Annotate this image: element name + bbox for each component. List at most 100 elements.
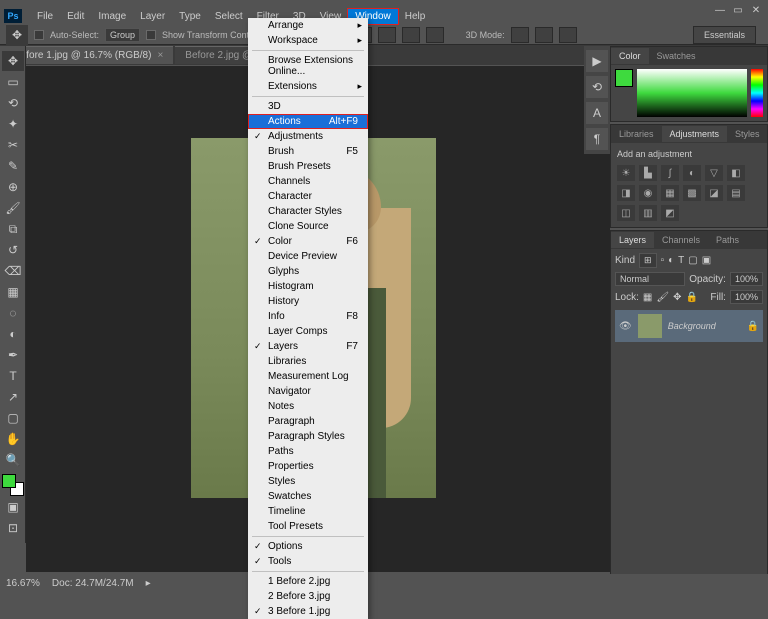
auto-select-dropdown[interactable]: Group [105,28,140,42]
document-tab[interactable]: Before 1.jpg @ 16.7% (RGB/8)× [4,46,173,64]
mode3d-icon[interactable] [559,27,577,43]
menu-item-paragraph[interactable]: Paragraph [248,414,368,429]
menu-item-device-preview[interactable]: Device Preview [248,249,368,264]
gradient-map-icon[interactable]: ▥ [639,205,657,221]
close-tab-icon[interactable]: × [157,50,163,61]
tab-color[interactable]: Color [611,48,649,64]
menu-item-notes[interactable]: Notes [248,399,368,414]
para-icon[interactable]: ¶ [586,128,608,150]
char-icon[interactable]: A [586,102,608,124]
brightness-icon[interactable]: ☀ [617,165,635,181]
dodge-tool[interactable]: ◐ [2,324,24,344]
menu-item-styles[interactable]: Styles [248,474,368,489]
menu-select[interactable]: Select [208,9,250,24]
status-arrow-icon[interactable]: ▸ [146,578,151,589]
history-panel-icon[interactable]: ▶ [586,50,608,72]
minimize-button[interactable]: — [712,3,728,17]
quick-mask[interactable]: ▣ [2,497,24,517]
fill-value[interactable]: 100% [730,290,763,304]
lasso-tool[interactable]: ⟲ [2,93,24,113]
move-tool-indicator[interactable]: ✥ [6,25,28,45]
align-icon[interactable] [402,27,420,43]
menu-item-character-styles[interactable]: Character Styles [248,204,368,219]
menu-item-navigator[interactable]: Navigator [248,384,368,399]
zoom-level[interactable]: 16.67% [6,578,40,589]
layer-thumbnail[interactable] [638,314,662,338]
stamp-tool[interactable]: ⧉ [2,219,24,239]
type-tool[interactable]: T [2,366,24,386]
menu-item-arrange[interactable]: Arrange [248,18,368,33]
filter-shape-icon[interactable]: ▢ [688,255,697,266]
menu-item-clone-source[interactable]: Clone Source [248,219,368,234]
menu-item-3d[interactable]: 3D [248,99,368,114]
fg-color[interactable] [615,69,633,87]
visibility-icon[interactable]: 👁 [619,321,632,332]
lock-paint-icon[interactable]: 🖌 [656,292,669,303]
opacity-value[interactable]: 100% [730,272,763,286]
gradient-tool[interactable]: ▦ [2,282,24,302]
tab-paths[interactable]: Paths [708,232,747,248]
hue-icon[interactable]: ◧ [727,165,745,181]
hand-tool[interactable]: ✋ [2,429,24,449]
layer-row[interactable]: 👁 Background 🔒 [615,310,763,342]
align-icon[interactable] [378,27,396,43]
tab-styles[interactable]: Styles [727,126,768,142]
eraser-tool[interactable]: ⌫ [2,261,24,281]
wand-tool[interactable]: ✦ [2,114,24,134]
menu-item-info[interactable]: InfoF8 [248,309,368,324]
eyedropper-tool[interactable]: ✎ [2,156,24,176]
auto-select-checkbox[interactable] [34,30,44,40]
kind-filter[interactable]: ⊞ [639,253,657,268]
menu-file[interactable]: File [30,9,60,24]
color-swatches[interactable] [2,474,24,496]
menu-item-workspace[interactable]: Workspace [248,33,368,48]
selective-icon[interactable]: ◩ [661,205,679,221]
close-button[interactable]: ✕ [748,3,764,17]
blend-mode[interactable]: Normal [615,272,685,286]
filter-adjust-icon[interactable]: ◐ [668,255,674,266]
menu-image[interactable]: Image [91,9,133,24]
zoom-tool[interactable]: 🔍 [2,450,24,470]
levels-icon[interactable]: ▙ [639,165,657,181]
menu-item-paragraph-styles[interactable]: Paragraph Styles [248,429,368,444]
tab-channels[interactable]: Channels [654,232,708,248]
menu-item-actions[interactable]: ActionsAlt+F9 [248,114,368,129]
filter-smart-icon[interactable]: ▣ [702,255,711,266]
bw-icon[interactable]: ◨ [617,185,635,201]
menu-item-character[interactable]: Character [248,189,368,204]
tab-swatches[interactable]: Swatches [649,48,704,64]
menu-item-extensions[interactable]: Extensions [248,79,368,94]
menu-item-layer-comps[interactable]: Layer Comps [248,324,368,339]
workspace-switcher[interactable]: Essentials [693,26,756,44]
shape-tool[interactable]: ▢ [2,408,24,428]
menu-item-paths[interactable]: Paths [248,444,368,459]
pen-tool[interactable]: ✒ [2,345,24,365]
hue-slider[interactable] [751,69,763,117]
color-field[interactable] [637,69,747,117]
menu-item-libraries[interactable]: Libraries [248,354,368,369]
threshold-icon[interactable]: ◫ [617,205,635,221]
show-transform-checkbox[interactable] [146,30,156,40]
menu-item-1-before-2-jpg[interactable]: 1 Before 2.jpg [248,574,368,589]
lookup-icon[interactable]: ▩ [683,185,701,201]
menu-item-adjustments[interactable]: Adjustments [248,129,368,144]
menu-item-brush-presets[interactable]: Brush Presets [248,159,368,174]
menu-item-options[interactable]: Options [248,539,368,554]
filter-type-icon[interactable]: T [678,255,684,266]
menu-item-3-before-1-jpg[interactable]: 3 Before 1.jpg [248,604,368,619]
marquee-tool[interactable]: ▭ [2,72,24,92]
posterize-icon[interactable]: ▤ [727,185,745,201]
menu-item-measurement-log[interactable]: Measurement Log [248,369,368,384]
menu-item-histogram[interactable]: Histogram [248,279,368,294]
crop-tool[interactable]: ✂ [2,135,24,155]
blur-tool[interactable]: ◌ [2,303,24,323]
photo-filter-icon[interactable]: ◉ [639,185,657,201]
vibrance-icon[interactable]: ▽ [705,165,723,181]
menu-item-browse-extensions-online-[interactable]: Browse Extensions Online... [248,53,368,79]
menu-item-brush[interactable]: BrushF5 [248,144,368,159]
restore-button[interactable]: ▭ [730,3,746,17]
history-icon[interactable]: ⟲ [586,76,608,98]
menu-edit[interactable]: Edit [60,9,91,24]
filter-pixel-icon[interactable]: ▫ [661,255,665,266]
menu-layer[interactable]: Layer [133,9,172,24]
